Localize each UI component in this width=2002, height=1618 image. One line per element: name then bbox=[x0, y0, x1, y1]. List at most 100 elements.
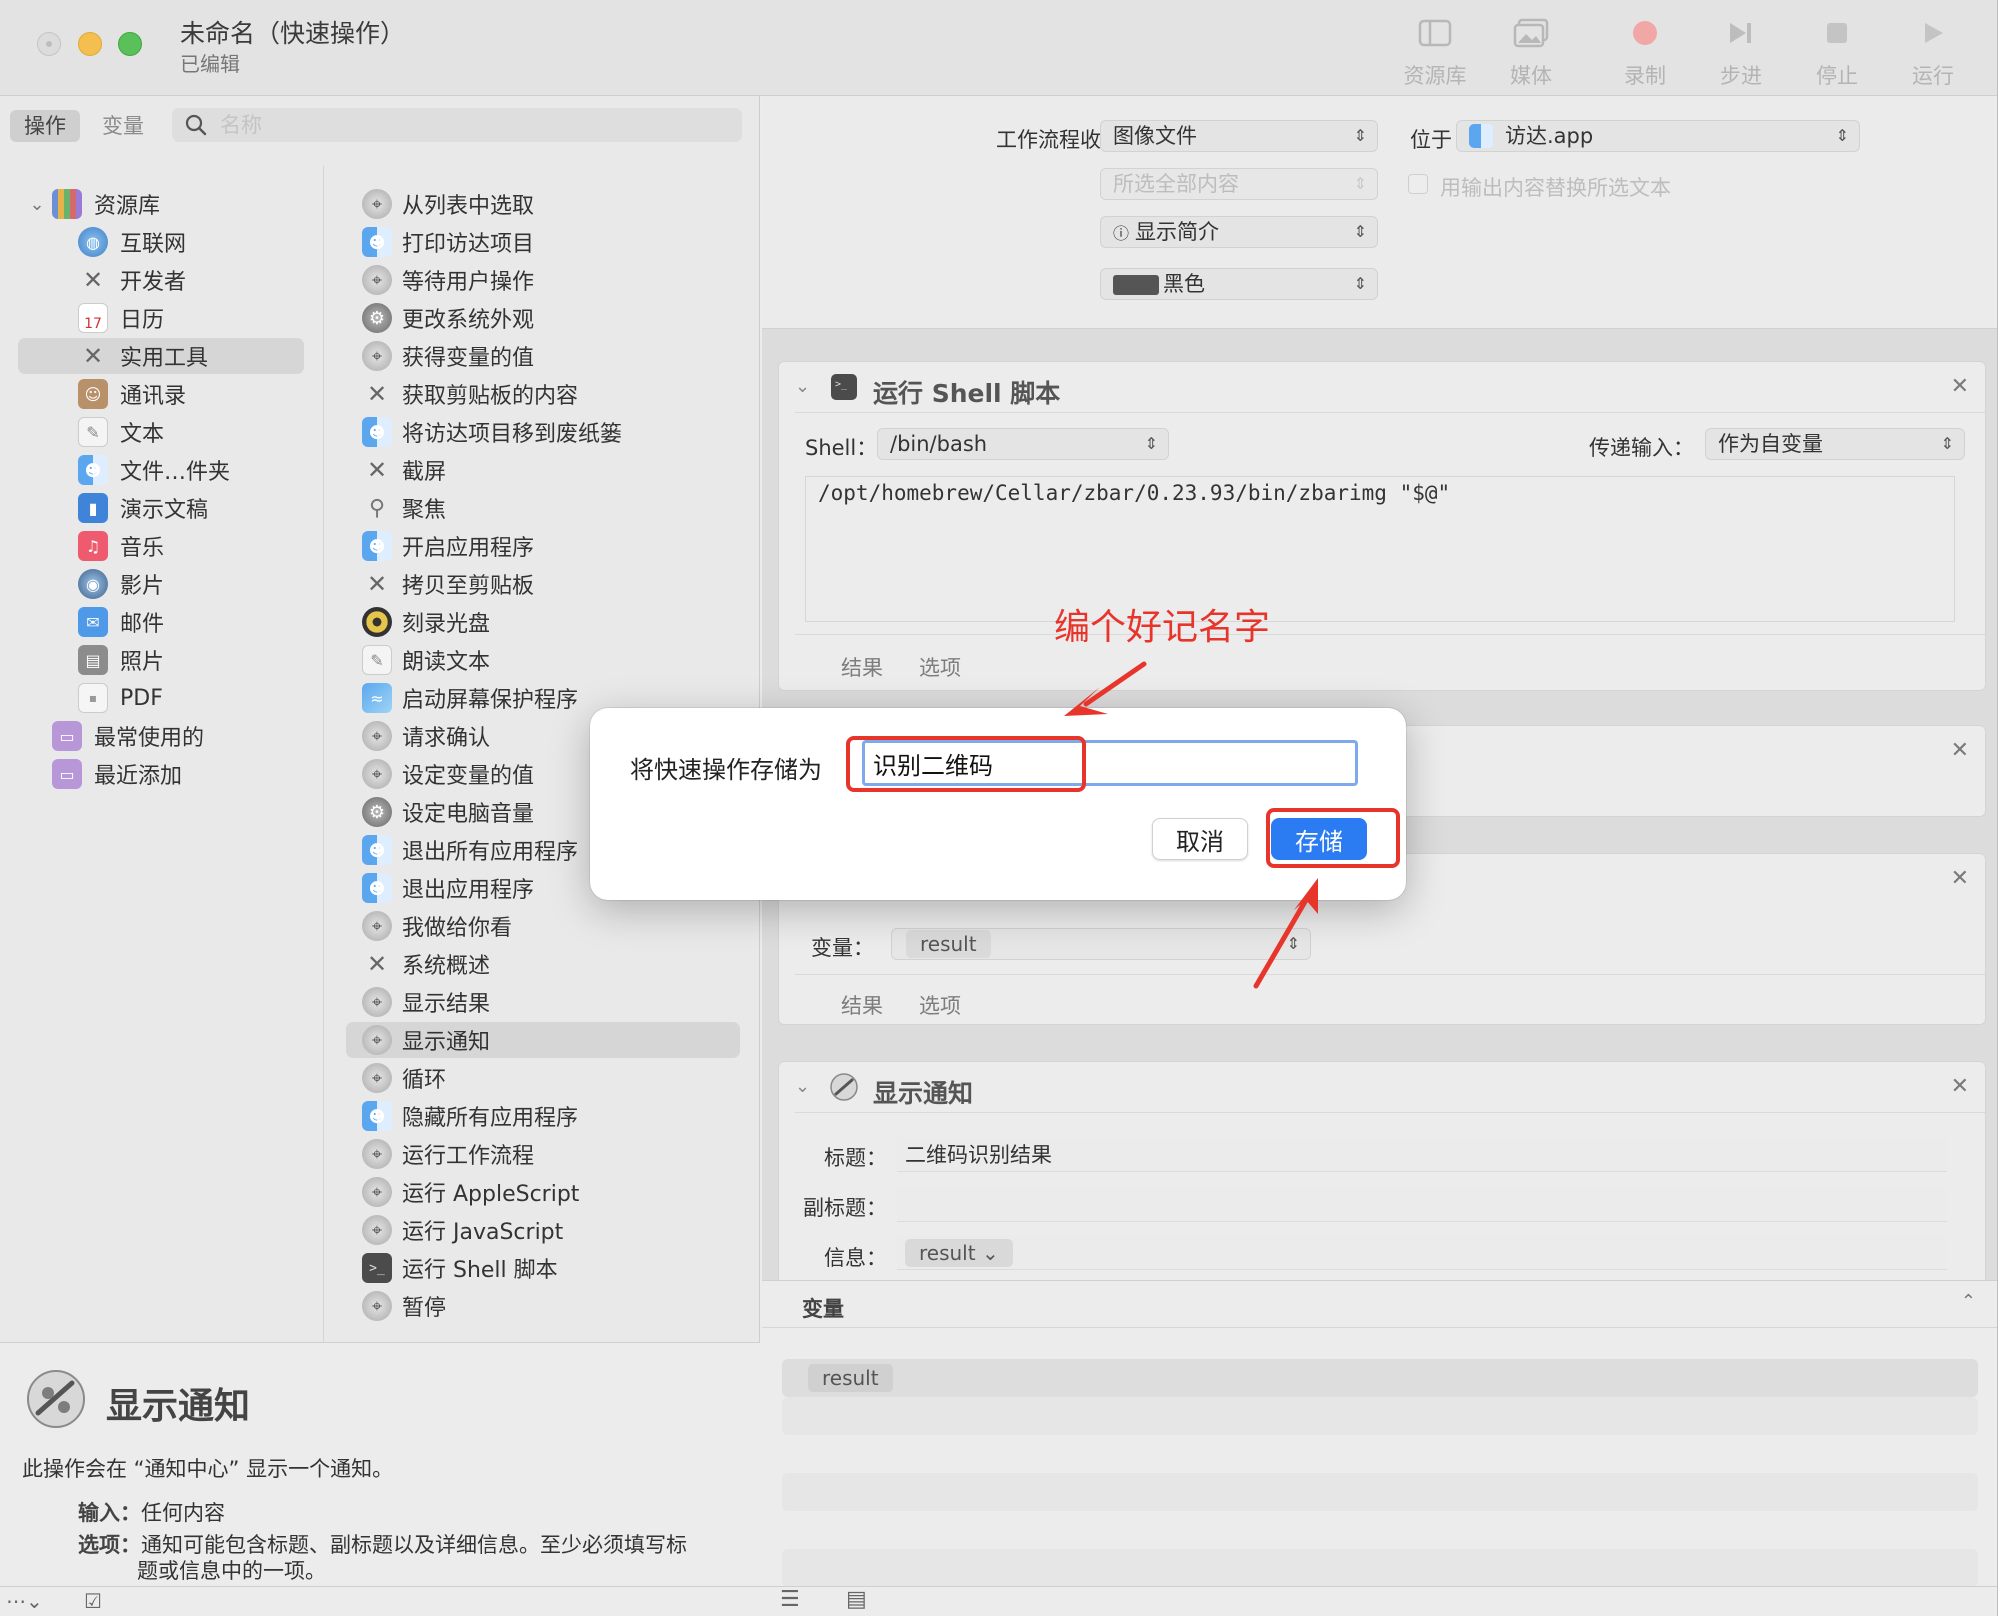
library-books-icon bbox=[52, 189, 82, 219]
list-view-icon[interactable]: ☰ bbox=[780, 1587, 800, 1612]
library-item-music[interactable]: ♫ 音乐 bbox=[18, 528, 304, 564]
library-item-text[interactable]: ✎ 文本 bbox=[18, 414, 304, 450]
library-item-developer[interactable]: ✕ 开发者 bbox=[18, 262, 304, 298]
ellipsis-menu-icon[interactable]: ⋯⌄ bbox=[6, 1589, 43, 1613]
library-toolbar-button[interactable]: 资源库 bbox=[1390, 14, 1480, 90]
workflow-settings: 工作流程收到当前 图像文件⇕ 位于 访达.app⇕ 输入为 所选全部内容⇕ 用输… bbox=[762, 96, 1997, 328]
library-item-pdf[interactable]: ▪ PDF bbox=[18, 680, 304, 716]
action-item[interactable]: ⌖ 显示通知 bbox=[346, 1022, 740, 1058]
tab-options[interactable]: 选项 bbox=[919, 652, 961, 682]
media-toolbar-button[interactable]: 媒体 bbox=[1486, 14, 1576, 90]
variable-row[interactable]: result bbox=[782, 1359, 1978, 1397]
zoom-window-button[interactable] bbox=[118, 32, 142, 56]
flow-view-icon[interactable]: ▤ bbox=[846, 1587, 867, 1612]
smart-group-most-used[interactable]: ▭ 最常使用的 bbox=[18, 718, 304, 754]
action-item[interactable]: ☻ 开启应用程序 bbox=[346, 528, 740, 564]
chevron-up-icon[interactable]: ⌃ bbox=[1961, 1291, 1976, 1312]
library-item-contacts[interactable]: ☺ 通讯录 bbox=[18, 376, 304, 412]
script-editor[interactable]: /opt/homebrew/Cellar/zbar/0.23.93/bin/zb… bbox=[805, 476, 1955, 622]
tab-results[interactable]: 结果 bbox=[841, 990, 883, 1020]
action-item[interactable]: ⌖ 运行工作流程 bbox=[346, 1136, 740, 1172]
chevron-down-icon[interactable]: ⌄ bbox=[795, 376, 810, 397]
close-icon[interactable]: ✕ bbox=[1951, 866, 1969, 891]
tab-variables[interactable]: 变量 bbox=[88, 110, 158, 142]
notification-subtitle-field[interactable] bbox=[897, 1188, 1947, 1222]
variable-token[interactable]: result ⌄ bbox=[905, 1239, 1013, 1267]
tab-actions[interactable]: 操作 bbox=[10, 110, 80, 142]
action-item[interactable]: ☻ 隐藏所有应用程序 bbox=[346, 1098, 740, 1134]
library-root[interactable]: ⌄ 资源库 bbox=[18, 186, 304, 222]
tools-icon: ✕ bbox=[366, 380, 388, 408]
action-item[interactable]: ⌖ 暂停 bbox=[346, 1288, 740, 1324]
action-item[interactable]: ⌖ 等待用户操作 bbox=[346, 262, 740, 298]
action-item[interactable]: ✎ 朗读文本 bbox=[346, 642, 740, 678]
chevron-down-icon[interactable]: ⌄ bbox=[22, 194, 52, 215]
description-input: 输入：任何内容 bbox=[78, 1501, 225, 1525]
checkbox-icon[interactable]: ☑ bbox=[84, 1589, 102, 1613]
chevron-down-icon[interactable]: ⌄ bbox=[795, 1076, 810, 1097]
notification-message-field[interactable]: result ⌄ bbox=[897, 1236, 1947, 1270]
action-item[interactable]: ☻ 打印访达项目 bbox=[346, 224, 740, 260]
library-item-files-folders[interactable]: ☻ 文件…件夹 bbox=[18, 452, 304, 488]
action-item[interactable]: ☻ 将访达项目移到废纸篓 bbox=[346, 414, 740, 450]
close-window-button[interactable] bbox=[37, 32, 61, 56]
library-item-presentations[interactable]: ▮ 演示文稿 bbox=[18, 490, 304, 526]
variable-popup[interactable]: result ⇕ bbox=[891, 928, 1311, 960]
image-popup[interactable]: ⓘ 显示简介 ⇕ bbox=[1100, 216, 1378, 248]
close-icon[interactable]: ✕ bbox=[1951, 1074, 1969, 1099]
action-item[interactable]: ✕ 拷贝至剪贴板 bbox=[346, 566, 740, 602]
description-text: 此操作会在 “通知中心” 显示一个通知。 bbox=[22, 1457, 394, 1481]
receives-popup[interactable]: 图像文件 ⇕ bbox=[1100, 120, 1378, 152]
record-toolbar-button[interactable]: 录制 bbox=[1600, 14, 1690, 90]
calendar-icon: 17 bbox=[78, 303, 108, 333]
library-item-mail[interactable]: ✉ 邮件 bbox=[18, 604, 304, 640]
close-icon[interactable]: ✕ bbox=[1951, 374, 1969, 399]
replace-text-checkbox[interactable] bbox=[1408, 174, 1428, 194]
action-item[interactable]: ✕ 截屏 bbox=[346, 452, 740, 488]
notification-title-field[interactable]: 二维码识别结果 bbox=[897, 1138, 1947, 1172]
updown-icon: ⇕ bbox=[1286, 934, 1300, 953]
step-toolbar-button[interactable]: 步进 bbox=[1696, 14, 1786, 90]
library-item-utilities[interactable]: ✕ 实用工具 bbox=[18, 338, 304, 374]
color-popup[interactable]: 黑色 ⇕ bbox=[1100, 268, 1378, 300]
search-input[interactable] bbox=[220, 108, 720, 142]
pass-input-popup[interactable]: 作为自变量 ⇕ bbox=[1705, 428, 1965, 460]
shell-label: Shell： bbox=[805, 436, 878, 460]
pass-input-label: 传递输入： bbox=[1589, 436, 1694, 460]
stop-toolbar-button[interactable]: 停止 bbox=[1792, 14, 1882, 90]
action-item[interactable]: ⌖ 循环 bbox=[346, 1060, 740, 1096]
action-item[interactable]: ✕ 系统概述 bbox=[346, 946, 740, 982]
action-item[interactable]: 刻录光盘 bbox=[346, 604, 740, 640]
library-item-movies[interactable]: ◉ 影片 bbox=[18, 566, 304, 602]
updown-icon: ⇕ bbox=[1940, 434, 1954, 453]
smart-group-recently-added[interactable]: ▭ 最近添加 bbox=[18, 756, 304, 792]
in-app-popup[interactable]: 访达.app ⇕ bbox=[1456, 120, 1860, 152]
library-item-calendar[interactable]: 17 日历 bbox=[18, 300, 304, 336]
action-item[interactable]: ⌖ 从列表中选取 bbox=[346, 186, 740, 222]
bottom-bar: ⋯⌄ ☑ ☰ ▤ bbox=[0, 1586, 1997, 1616]
action-item[interactable]: ⚙ 更改系统外观 bbox=[346, 300, 740, 336]
run-toolbar-button[interactable]: 运行 bbox=[1888, 14, 1978, 90]
action-item[interactable]: ⚲ 聚焦 bbox=[346, 490, 740, 526]
tab-options[interactable]: 选项 bbox=[919, 990, 961, 1020]
action-item[interactable]: ⌖ 运行 JavaScript bbox=[346, 1212, 740, 1248]
tab-results[interactable]: 结果 bbox=[841, 652, 883, 682]
close-icon[interactable]: ✕ bbox=[1951, 738, 1969, 763]
text-icon: ✎ bbox=[362, 645, 392, 675]
variable-row-empty bbox=[782, 1473, 1978, 1511]
action-item[interactable]: ⌖ 获得变量的值 bbox=[346, 338, 740, 374]
input-is-popup[interactable]: 所选全部内容 ⇕ bbox=[1100, 168, 1378, 200]
action-item[interactable]: ⌖ 我做给你看 bbox=[346, 908, 740, 944]
action-item[interactable]: ⌖ 显示结果 bbox=[346, 984, 740, 1020]
library-item-internet[interactable]: ◍ 互联网 bbox=[18, 224, 304, 260]
action-item[interactable]: >_ 运行 Shell 脚本 bbox=[346, 1250, 740, 1286]
minimize-window-button[interactable] bbox=[78, 32, 102, 56]
action-item[interactable]: ⌖ 运行 AppleScript bbox=[346, 1174, 740, 1210]
library-item-photos[interactable]: ▤ 照片 bbox=[18, 642, 304, 678]
contacts-icon: ☺ bbox=[78, 379, 108, 409]
cancel-button[interactable]: 取消 bbox=[1152, 818, 1248, 860]
action-item[interactable]: ✕ 获取剪贴板的内容 bbox=[346, 376, 740, 412]
shell-popup[interactable]: /bin/bash ⇕ bbox=[877, 428, 1169, 460]
notification-message-label: 信息： bbox=[824, 1246, 887, 1270]
in-label: 位于 bbox=[1410, 128, 1452, 152]
